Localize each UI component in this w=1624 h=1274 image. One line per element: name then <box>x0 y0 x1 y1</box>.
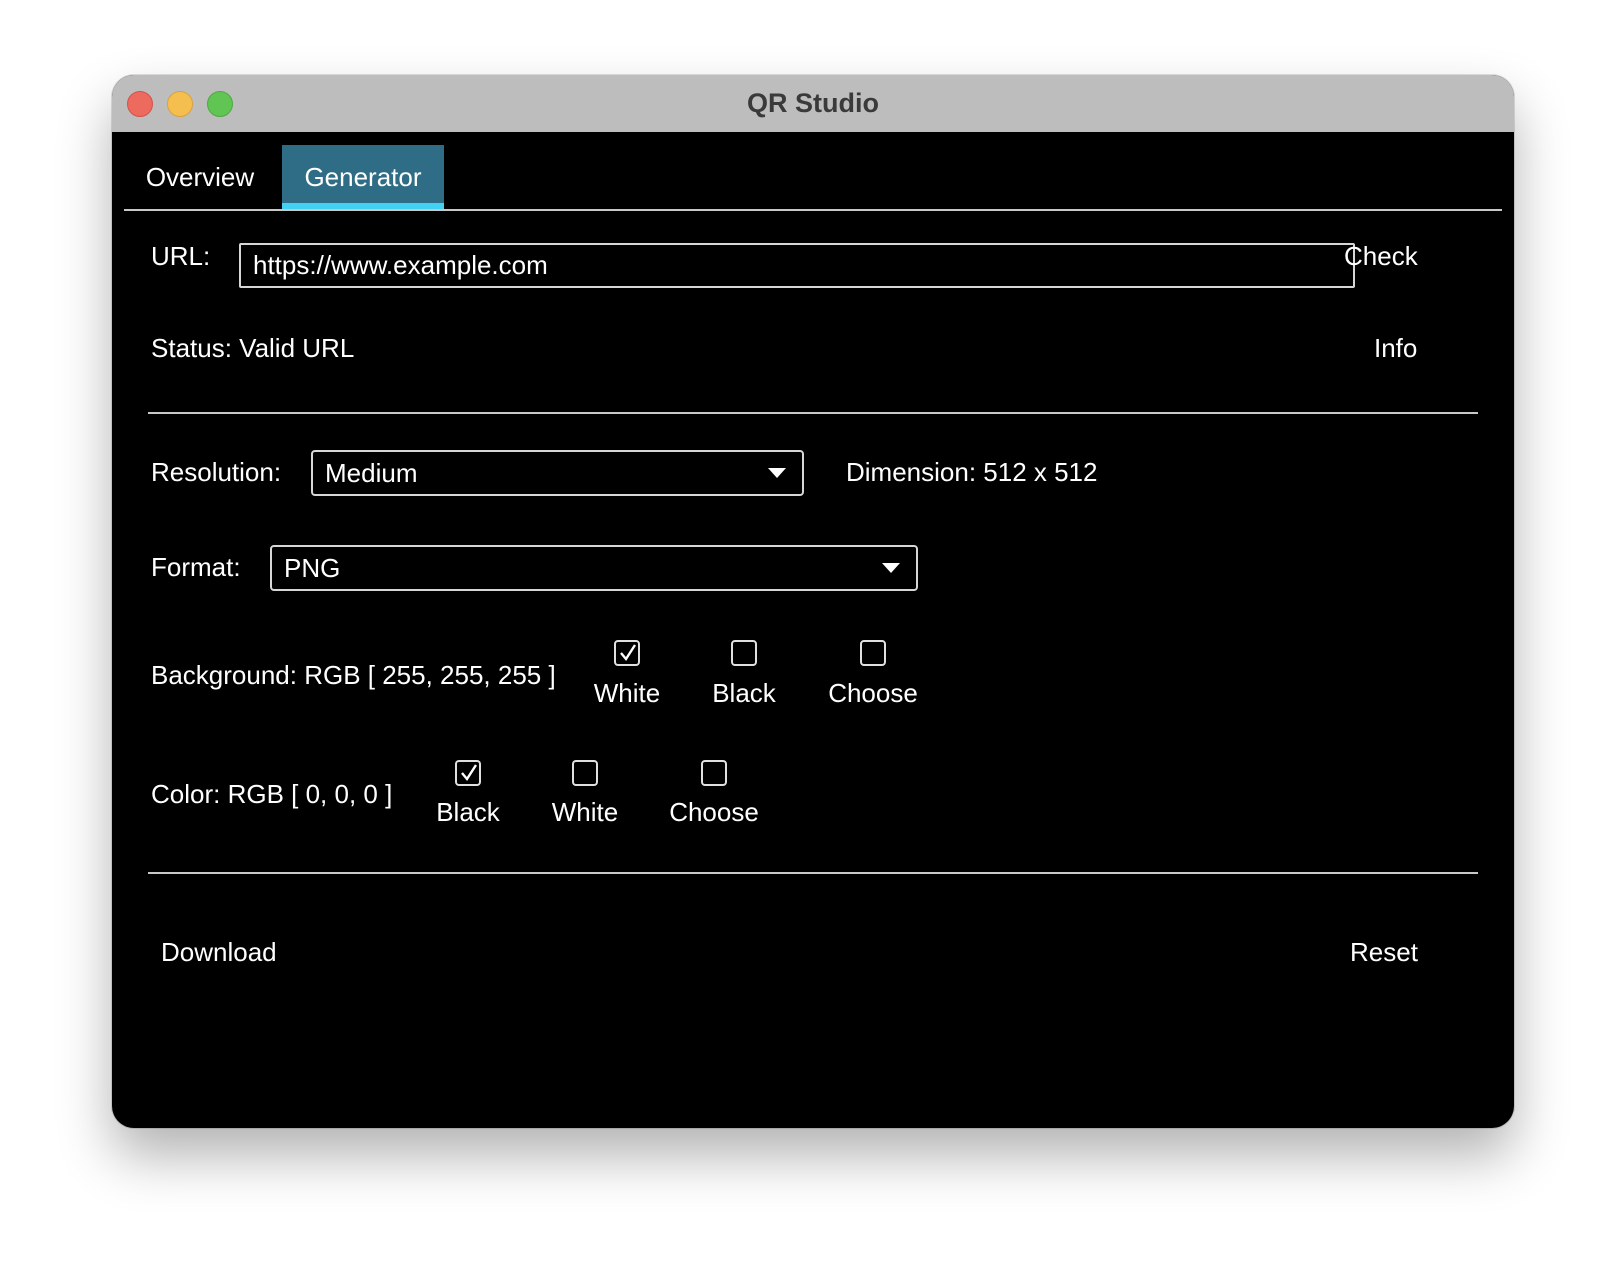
background-choose-label: Choose <box>828 678 918 708</box>
check-button[interactable]: Check <box>1344 241 1418 271</box>
format-selected: PNG <box>284 553 341 583</box>
format-label: Format: <box>151 552 241 582</box>
tab-generator-label: Generator <box>304 162 422 192</box>
resolution-selected: Medium <box>325 458 418 488</box>
background-choose-checkbox[interactable] <box>860 640 886 666</box>
reset-button[interactable]: Reset <box>1350 937 1418 967</box>
resolution-dropdown[interactable]: Medium <box>311 450 804 496</box>
info-button[interactable]: Info <box>1374 333 1417 363</box>
color-black-checkbox[interactable] <box>455 760 481 786</box>
app-window: QR Studio Overview Generator URL: https:… <box>112 75 1514 1128</box>
url-input[interactable]: https://www.example.com <box>239 243 1355 288</box>
dimension-text: Dimension: 512 x 512 <box>846 457 1098 487</box>
format-dropdown[interactable]: PNG <box>270 545 918 591</box>
checkmark-icon <box>620 644 637 662</box>
background-black-checkbox[interactable] <box>731 640 757 666</box>
chevron-down-icon <box>882 563 900 573</box>
tab-overview[interactable]: Overview <box>124 145 276 210</box>
url-label: URL: <box>151 241 211 271</box>
color-choose-label: Choose <box>669 797 759 827</box>
color-label: Color: RGB [ 0, 0, 0 ] <box>151 779 393 809</box>
color-choose-checkbox[interactable] <box>701 760 727 786</box>
title-bar: QR Studio <box>112 75 1514 132</box>
background-label: Background: RGB [ 255, 255, 255 ] <box>151 660 556 690</box>
window-title: QR Studio <box>747 88 879 118</box>
tab-generator[interactable]: Generator <box>282 145 444 210</box>
background-white-checkbox[interactable] <box>614 640 640 666</box>
download-button[interactable]: Download <box>161 937 277 967</box>
tab-divider <box>124 209 1502 211</box>
resolution-label: Resolution: <box>151 457 282 487</box>
section-divider-2 <box>148 872 1478 874</box>
color-white-checkbox[interactable] <box>572 760 598 786</box>
section-divider-1 <box>148 412 1478 414</box>
background-black-label: Black <box>712 678 776 708</box>
checkmark-icon <box>461 764 478 782</box>
chevron-down-icon <box>768 468 786 478</box>
color-white-label: White <box>551 797 619 827</box>
status-text: Status: Valid URL <box>151 333 355 363</box>
